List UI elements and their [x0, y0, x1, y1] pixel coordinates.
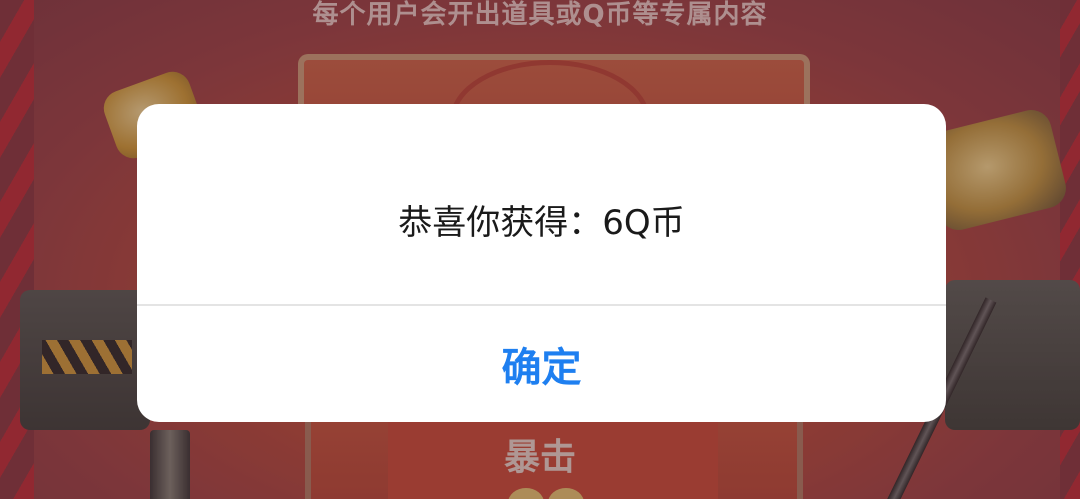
- confirm-button[interactable]: 确定: [137, 306, 946, 422]
- game-screen: 每个用户会开出道具或Q币等专属内容 暴击 恭喜你获得：6Q币 确定: [0, 0, 1080, 499]
- reward-dialog: 恭喜你获得：6Q币 确定: [137, 104, 946, 422]
- dialog-body: 恭喜你获得：6Q币: [137, 104, 946, 304]
- reward-message: 恭喜你获得：6Q币: [398, 202, 685, 243]
